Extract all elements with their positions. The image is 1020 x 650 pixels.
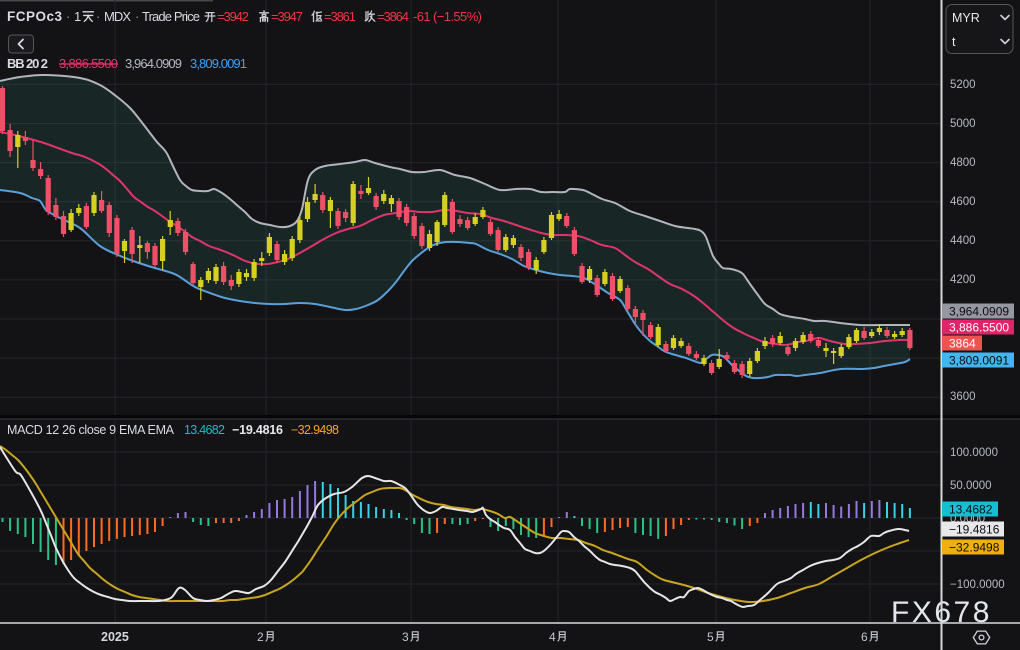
svg-text:2025: 2025 [101, 630, 129, 644]
svg-text:MDX: MDX [104, 9, 131, 24]
svg-text:5: 5 [707, 630, 714, 644]
svg-text:100.0000: 100.0000 [950, 447, 998, 459]
svg-text:13.4682: 13.4682 [184, 423, 225, 437]
svg-text:3,964.0909: 3,964.0909 [125, 56, 182, 71]
svg-text:−100.0000: −100.0000 [950, 579, 1005, 591]
svg-text:=3864: =3864 [377, 9, 409, 24]
svg-text:−19.4816: −19.4816 [949, 522, 1000, 536]
svg-text:3,809.0091: 3,809.0091 [949, 353, 1009, 367]
svg-text:-61 (−1.55%): -61 (−1.55%) [413, 9, 482, 24]
svg-text:3600: 3600 [950, 391, 976, 403]
svg-text:13.4682: 13.4682 [949, 502, 993, 516]
svg-text:4: 4 [549, 630, 556, 644]
svg-text:=3947: =3947 [271, 9, 303, 24]
svg-text:MACD 12 26 close 9 EMA EMA: MACD 12 26 close 9 EMA EMA [7, 423, 175, 437]
svg-text:·: · [66, 9, 70, 24]
svg-text:−32.9498: −32.9498 [949, 540, 1000, 554]
svg-text:4200: 4200 [950, 274, 976, 286]
svg-text:3864: 3864 [949, 336, 976, 350]
svg-text:−32.9498: −32.9498 [291, 423, 339, 437]
svg-text:4600: 4600 [950, 196, 976, 208]
svg-text:3: 3 [402, 630, 409, 644]
svg-text:4800: 4800 [950, 157, 976, 169]
svg-text:5200: 5200 [950, 79, 976, 91]
svg-text:Trade Price: Trade Price [142, 9, 200, 24]
svg-text:3,964.0909: 3,964.0909 [949, 304, 1009, 318]
svg-text:3,886.5500: 3,886.5500 [949, 320, 1009, 334]
svg-text:·: · [135, 9, 139, 24]
svg-text:2: 2 [257, 630, 264, 644]
svg-text:50.0000: 50.0000 [950, 480, 992, 492]
svg-text:BB 20 2: BB 20 2 [7, 56, 48, 71]
svg-text:3,809.0091: 3,809.0091 [190, 56, 247, 71]
svg-text:FCPOc3: FCPOc3 [7, 9, 62, 24]
svg-text:3,886.5500: 3,886.5500 [59, 56, 118, 71]
svg-text:1: 1 [74, 9, 81, 24]
svg-text:t: t [952, 35, 956, 49]
svg-text:=3942: =3942 [217, 9, 249, 24]
svg-text:4400: 4400 [950, 235, 976, 247]
svg-text:6: 6 [861, 630, 868, 644]
svg-text:−19.4816: −19.4816 [232, 423, 283, 437]
svg-text:MYR: MYR [952, 11, 980, 25]
svg-text:·: · [96, 9, 100, 24]
svg-text:5000: 5000 [950, 118, 976, 130]
svg-text:=3861: =3861 [324, 9, 356, 24]
